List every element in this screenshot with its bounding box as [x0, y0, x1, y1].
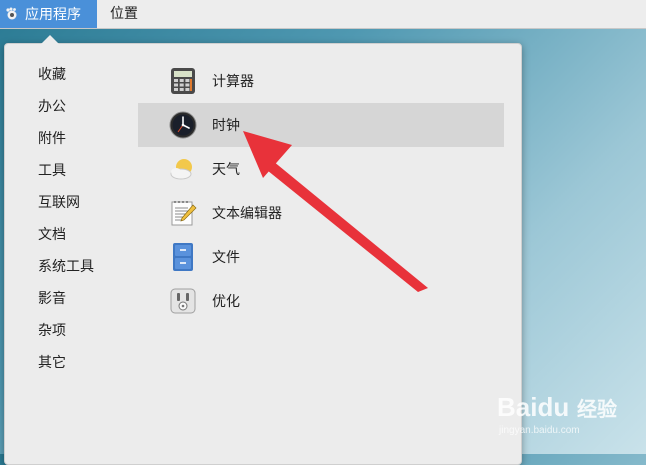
applications-menu-label: 应用程序 [25, 7, 81, 23]
app-list: 计算器 时钟 天气 文本编辑器 文件 优化 [138, 59, 504, 323]
watermark-cn: 经验 [577, 397, 617, 421]
category-item-office[interactable]: 办公 [38, 91, 128, 123]
category-item-favorites[interactable]: 收藏 [38, 59, 128, 91]
app-item-calculator[interactable]: 计算器 [138, 59, 504, 103]
category-item-system-tools[interactable]: 系统工具 [38, 251, 128, 283]
app-item-files[interactable]: 文件 [138, 235, 504, 279]
gnome-foot-icon [6, 7, 17, 20]
clock-icon [168, 110, 198, 140]
category-item-sundry[interactable]: 杂项 [38, 315, 128, 347]
watermark-url: jingyan.baidu.com [498, 425, 580, 436]
calculator-icon [168, 66, 198, 96]
app-label: 文本编辑器 [212, 206, 282, 222]
app-label: 天气 [212, 162, 240, 178]
applications-menu-button[interactable]: 应用程序 [0, 0, 97, 28]
category-item-other[interactable]: 其它 [38, 347, 128, 379]
app-label: 文件 [212, 250, 240, 266]
category-item-accessories[interactable]: 附件 [38, 123, 128, 155]
app-item-tweak[interactable]: 优化 [138, 279, 504, 323]
menu-pointer [41, 35, 59, 44]
app-label: 计算器 [212, 74, 254, 90]
category-item-internet[interactable]: 互联网 [38, 187, 128, 219]
app-label: 优化 [212, 294, 240, 310]
category-list: 收藏 办公 附件 工具 互联网 文档 系统工具 影音 杂项 其它 [38, 59, 128, 379]
category-item-documents[interactable]: 文档 [38, 219, 128, 251]
app-item-text-editor[interactable]: 文本编辑器 [138, 191, 504, 235]
app-item-clock[interactable]: 时钟 [138, 103, 504, 147]
category-item-sound-video[interactable]: 影音 [38, 283, 128, 315]
applications-dropdown: 收藏 办公 附件 工具 互联网 文档 系统工具 影音 杂项 其它 计算器 时钟 … [4, 35, 522, 465]
file-cabinet-icon [168, 242, 198, 272]
watermark-brand: Baidu [497, 392, 569, 422]
top-panel: 应用程序 位置 [0, 0, 646, 29]
app-item-weather[interactable]: 天气 [138, 147, 504, 191]
baidu-watermark: Baidu 经验 jingyan.baidu.com [497, 392, 617, 436]
text-editor-icon [168, 198, 198, 228]
places-menu-button[interactable]: 位置 [110, 0, 138, 28]
category-item-utilities[interactable]: 工具 [38, 155, 128, 187]
weather-icon [168, 154, 198, 184]
app-label: 时钟 [212, 118, 240, 134]
tweak-icon [168, 286, 198, 316]
